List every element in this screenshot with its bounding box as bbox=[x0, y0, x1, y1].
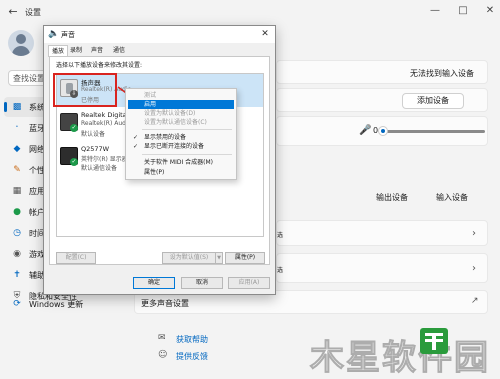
get-help-link[interactable]: ✉ 获取帮助 bbox=[158, 333, 218, 345]
output-device-header: 输出设备 bbox=[376, 193, 408, 202]
menu-item-show-disabled[interactable]: ✓ 显示禁用的设备 bbox=[128, 133, 234, 142]
device-driver: Realtek(R) Audio bbox=[81, 120, 132, 127]
get-help-label: 获取帮助 bbox=[176, 335, 208, 344]
windows-update-icon: ⟳ bbox=[13, 299, 21, 309]
volume-card: 🎤 0 bbox=[276, 116, 488, 146]
no-input-device-text: 无法找到输入设备 bbox=[410, 69, 474, 78]
speaker-icon: 🔈 bbox=[48, 29, 60, 39]
feedback-label: 提供反馈 bbox=[176, 352, 208, 361]
sidebar-item-windows-update[interactable]: ⟳ Windows 更新 bbox=[4, 294, 84, 314]
dialog-titlebar: 🔈 声音 ✕ bbox=[44, 26, 275, 43]
device-status: 默认设备 bbox=[81, 131, 106, 138]
bluetooth-icon: ᛫ bbox=[14, 123, 20, 133]
apply-button[interactable]: 应用(A) bbox=[228, 277, 270, 289]
watermark-text: 木星软件园 bbox=[310, 338, 490, 379]
app-title: 设置 bbox=[25, 8, 41, 17]
menu-item-about-midi[interactable]: 关于软件 MIDI 合成器(M) bbox=[128, 158, 234, 167]
ok-button[interactable]: 确定 bbox=[133, 277, 175, 289]
input-device-header: 输入设备 bbox=[436, 193, 468, 202]
volume-value: 0 bbox=[373, 126, 379, 135]
volume-slider-track[interactable] bbox=[381, 130, 485, 133]
add-device-card: 添加设备 bbox=[276, 88, 488, 112]
settings-row-2[interactable]: 选 › bbox=[276, 253, 488, 283]
instruction-text: 选择以下播放设备来修改其设置: bbox=[56, 62, 143, 69]
sidebar-item-bluetooth[interactable]: ᛫ 蓝牙和其他设备 bbox=[4, 118, 85, 138]
device-driver: 英特尔(R) 显示器 bbox=[81, 156, 128, 163]
display-icon: ▩ bbox=[12, 102, 22, 112]
menu-item-set-default[interactable]: 设置为默认设备(D) bbox=[128, 109, 234, 118]
configure-button[interactable]: 配置(C) bbox=[56, 252, 96, 264]
menu-item-test[interactable]: 测试 bbox=[128, 91, 234, 100]
search-placeholder: 查找设置 bbox=[13, 74, 45, 83]
apps-icon: ▦ bbox=[12, 186, 22, 196]
feedback-link[interactable]: ☺ 提供反馈 bbox=[158, 350, 218, 362]
sidebar-item-time[interactable]: ◷ 时间和语言 bbox=[4, 223, 69, 243]
row-label: 选 bbox=[277, 267, 284, 274]
chevron-right-icon: › bbox=[472, 263, 476, 274]
brush-icon: ✎ bbox=[13, 165, 21, 175]
set-default-button[interactable]: 设为默认值(S) bbox=[162, 252, 216, 264]
device-status: 默认通信设备 bbox=[81, 165, 118, 172]
menu-item-label: 显示已断开连接的设备 bbox=[144, 143, 205, 150]
gaming-icon: ◉ bbox=[13, 249, 21, 259]
sidebar-item-gaming[interactable]: ◉ 游戏 bbox=[4, 244, 48, 264]
more-sound-settings-label: 更多声音设置 bbox=[141, 299, 189, 308]
account-icon: ● bbox=[13, 207, 21, 217]
close-icon[interactable]: ✕ bbox=[482, 3, 498, 19]
settings-titlebar: ← 设置 — □ ✕ bbox=[0, 0, 500, 24]
help-icon: ✉ bbox=[158, 333, 166, 343]
checkmark-icon: ✓ bbox=[133, 143, 139, 150]
device-column-headers: 输出设备 输入设备 bbox=[276, 184, 488, 208]
input-device-card: 无法找到输入设备 bbox=[276, 60, 488, 84]
accessibility-icon: ✝ bbox=[13, 270, 21, 280]
dialog-close-icon[interactable]: ✕ bbox=[259, 28, 271, 40]
properties-button[interactable]: 属性(P) bbox=[225, 252, 265, 264]
back-arrow-icon[interactable]: ← bbox=[6, 5, 20, 19]
time-icon: ◷ bbox=[13, 228, 21, 238]
menu-item-set-default-comm[interactable]: 设置为默认通信设备(C) bbox=[128, 118, 234, 127]
chevron-right-icon: › bbox=[472, 228, 476, 239]
feedback-icon: ☺ bbox=[158, 350, 168, 360]
sidebar-item-system[interactable]: ▩ 系统 bbox=[4, 97, 48, 117]
watermark-logo-icon bbox=[420, 328, 448, 354]
check-badge-icon: ✓ bbox=[70, 124, 78, 132]
menu-separator bbox=[142, 129, 232, 130]
microphone-icon: 🎤 bbox=[359, 125, 372, 136]
menu-item-show-disconnected[interactable]: ✓ 显示已断开连接的设备 bbox=[128, 142, 234, 151]
add-device-button[interactable]: 添加设备 bbox=[402, 93, 464, 109]
set-default-dropdown-icon[interactable]: ▼ bbox=[215, 252, 223, 264]
sidebar-item-accounts[interactable]: ● 帐户 bbox=[4, 202, 48, 222]
sidebar-item-apps[interactable]: ▦ 应用 bbox=[4, 181, 48, 201]
cancel-button[interactable]: 取消 bbox=[181, 277, 223, 289]
row-label: 选 bbox=[277, 232, 284, 239]
sidebar-item-accessibility[interactable]: ✝ 辅助功能 bbox=[4, 265, 61, 285]
context-menu: 测试 启用 设置为默认设备(D) 设置为默认通信设备(C) ✓ 显示禁用的设备 … bbox=[125, 88, 237, 180]
sidebar-item-network[interactable]: ◆ 网络和 Internet bbox=[4, 139, 88, 159]
checkmark-icon: ✓ bbox=[133, 134, 139, 141]
check-badge-icon: ✓ bbox=[70, 158, 78, 166]
menu-item-enable[interactable]: 启用 bbox=[128, 100, 234, 109]
minimize-icon[interactable]: — bbox=[427, 3, 443, 19]
external-link-icon: ↗ bbox=[471, 296, 479, 306]
maximize-icon[interactable]: □ bbox=[455, 3, 471, 19]
volume-slider-thumb[interactable] bbox=[379, 127, 387, 135]
menu-item-properties[interactable]: 属性(P) bbox=[128, 168, 234, 177]
annotation-highlight-box bbox=[53, 73, 117, 107]
sidebar-item-personalization[interactable]: ✎ 个性化 bbox=[4, 160, 53, 180]
network-icon: ◆ bbox=[13, 144, 21, 154]
dialog-title: 声音 bbox=[61, 31, 75, 39]
device-name: Q2577W bbox=[81, 145, 110, 153]
settings-row-1[interactable]: 选 › bbox=[276, 220, 488, 246]
menu-separator bbox=[142, 154, 232, 155]
menu-item-label: 显示禁用的设备 bbox=[144, 134, 187, 141]
avatar[interactable] bbox=[8, 30, 34, 56]
